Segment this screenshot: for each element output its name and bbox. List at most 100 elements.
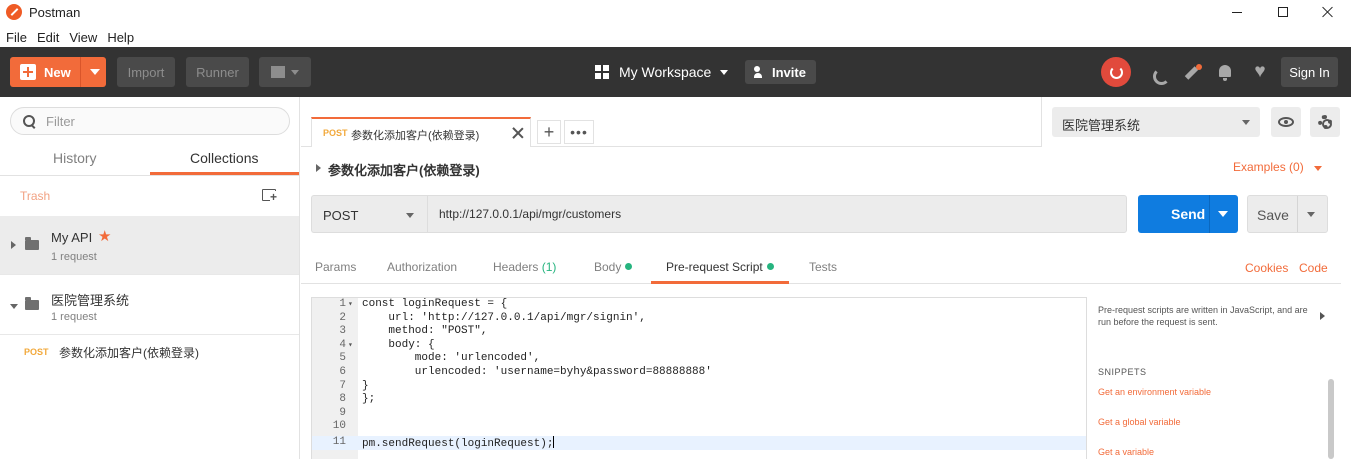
collection-request-count: 1 request bbox=[51, 251, 97, 263]
code-line: 5 mode: 'urlencoded', bbox=[312, 352, 1086, 366]
tab-headers[interactable]: Headers (1) bbox=[493, 260, 556, 284]
builder-menu-button[interactable] bbox=[259, 57, 311, 87]
snippets-scrollbar[interactable] bbox=[1328, 379, 1334, 459]
tab-history[interactable]: History bbox=[0, 143, 150, 175]
filter-box[interactable] bbox=[10, 107, 290, 135]
fold-icon[interactable]: ▾ bbox=[348, 298, 353, 312]
tab-pre-request-script[interactable]: Pre-request Script bbox=[651, 260, 789, 284]
examples-dropdown[interactable]: Examples (0) bbox=[1233, 160, 1304, 174]
new-button[interactable]: New bbox=[10, 57, 106, 87]
new-button-label: New bbox=[44, 64, 71, 80]
tab-method-badge: POST bbox=[323, 128, 348, 138]
snippet-get-global-variable[interactable]: Get a global variable bbox=[1098, 417, 1181, 427]
new-collection-icon[interactable] bbox=[262, 189, 278, 203]
settings-wrench-icon[interactable] bbox=[1185, 63, 1203, 81]
code-line: 6 urlencoded: 'username=byhy&password=88… bbox=[312, 366, 1086, 380]
tab-params[interactable]: Params bbox=[315, 260, 356, 284]
code-text: urlencoded: 'username=byhy&password=8888… bbox=[362, 366, 712, 378]
save-label: Save bbox=[1257, 207, 1289, 223]
new-button-divider bbox=[80, 57, 81, 87]
plus-icon bbox=[20, 64, 36, 80]
gear-icon bbox=[1318, 115, 1332, 129]
chevron-right-icon[interactable] bbox=[11, 241, 16, 249]
filter-input[interactable] bbox=[46, 113, 266, 129]
collection-item-hospital[interactable]: 医院管理系统 1 request bbox=[0, 276, 299, 335]
add-tab-button[interactable]: + bbox=[537, 120, 561, 144]
environment-area: 医院管理系统 bbox=[1041, 97, 1351, 147]
tab-tests[interactable]: Tests bbox=[809, 260, 837, 284]
folder-icon bbox=[25, 297, 39, 310]
line-number: 8 bbox=[339, 393, 346, 406]
pre-request-script-editor[interactable]: 1 ▾ const loginRequest = { 2 url: 'http://… bbox=[311, 297, 1087, 459]
fold-icon[interactable]: ▾ bbox=[348, 339, 353, 353]
chevron-down-icon[interactable] bbox=[90, 69, 100, 75]
request-subtabs: Params Authorization Headers (1) Body Pr… bbox=[301, 252, 1341, 284]
trash-link[interactable]: Trash bbox=[20, 189, 50, 203]
menu-edit[interactable]: Edit bbox=[37, 30, 59, 45]
send-label: Send bbox=[1171, 206, 1206, 222]
line-number: 1 bbox=[339, 298, 346, 310]
cookies-link[interactable]: Cookies bbox=[1245, 261, 1288, 275]
satellite-icon[interactable] bbox=[1150, 63, 1170, 85]
close-icon[interactable] bbox=[512, 127, 524, 139]
maximize-button[interactable] bbox=[1260, 0, 1306, 24]
chevron-down-icon bbox=[291, 69, 299, 75]
code-text-current: pm.sendRequest(loginRequest); bbox=[362, 438, 554, 450]
chevron-down-icon[interactable] bbox=[1314, 166, 1322, 171]
url-input[interactable] bbox=[427, 195, 1127, 233]
collection-item-my-api[interactable]: My API ★ 1 request bbox=[0, 216, 299, 275]
builder-icon bbox=[271, 66, 285, 78]
star-icon[interactable]: ★ bbox=[98, 227, 111, 245]
environment-quick-look-button[interactable] bbox=[1271, 107, 1301, 137]
snippet-get-environment-variable[interactable]: Get an environment variable bbox=[1098, 387, 1211, 397]
request-title[interactable]: 参数化添加客户(依赖登录) bbox=[328, 160, 480, 179]
notifications-bell-icon[interactable] bbox=[1216, 63, 1234, 81]
method-select[interactable]: POST bbox=[311, 195, 427, 233]
code-line: 8}; bbox=[312, 393, 1086, 407]
snippet-get-variable[interactable]: Get a variable bbox=[1098, 447, 1154, 457]
chevron-down-icon[interactable] bbox=[10, 304, 18, 309]
chevron-down-icon[interactable] bbox=[1218, 211, 1228, 217]
headers-count: (1) bbox=[541, 260, 557, 274]
import-button[interactable]: Import bbox=[117, 57, 175, 87]
heart-icon[interactable]: ♥ bbox=[1251, 62, 1269, 81]
send-button[interactable]: Send bbox=[1138, 195, 1238, 233]
environment-select[interactable]: 医院管理系统 bbox=[1052, 107, 1260, 137]
runner-button[interactable]: Runner bbox=[186, 57, 249, 87]
minimize-button[interactable] bbox=[1214, 0, 1260, 24]
code-line: 3 method: "POST", bbox=[312, 325, 1086, 339]
invite-button[interactable]: Invite bbox=[745, 60, 816, 84]
tab-body[interactable]: Body bbox=[594, 260, 633, 284]
postman-window: Postman File Edit View Help New Import R… bbox=[0, 0, 1351, 459]
close-window-button[interactable] bbox=[1305, 0, 1351, 24]
window-title: Postman bbox=[29, 4, 81, 20]
chevron-right-icon[interactable] bbox=[316, 164, 321, 172]
workspace-grid-icon bbox=[595, 65, 609, 79]
tab-collections[interactable]: Collections bbox=[149, 143, 299, 175]
snippets-title: SNIPPETS bbox=[1098, 367, 1147, 377]
close-icon bbox=[1322, 6, 1334, 18]
code-link[interactable]: Code bbox=[1299, 261, 1328, 275]
more-tabs-button[interactable]: ••• bbox=[564, 120, 594, 144]
sync-icon[interactable] bbox=[1101, 57, 1131, 87]
line-number: 9 bbox=[339, 406, 346, 419]
menu-file[interactable]: File bbox=[6, 30, 27, 45]
request-tab[interactable]: POST 参数化添加客户(依赖登录) bbox=[311, 117, 531, 147]
menu-help[interactable]: Help bbox=[107, 30, 134, 45]
tab-body-label: Body bbox=[594, 260, 622, 274]
tab-authorization[interactable]: Authorization bbox=[387, 260, 457, 284]
method-value: POST bbox=[323, 208, 359, 223]
manage-environments-button[interactable] bbox=[1310, 107, 1340, 137]
code-text: method: "POST", bbox=[362, 325, 488, 338]
save-button[interactable]: Save bbox=[1247, 195, 1328, 233]
invite-label: Invite bbox=[772, 64, 806, 80]
postman-logo-icon bbox=[6, 4, 22, 20]
header-toolbar: New Import Runner My Workspace Invite ♥ … bbox=[0, 47, 1351, 97]
menu-view[interactable]: View bbox=[69, 30, 97, 45]
chevron-right-icon[interactable] bbox=[1320, 312, 1325, 320]
chevron-down-icon[interactable] bbox=[1307, 212, 1315, 217]
workspace-switcher[interactable]: My Workspace bbox=[595, 57, 729, 87]
sign-in-button[interactable]: Sign In bbox=[1281, 57, 1338, 87]
request-item[interactable]: POST 参数化添加客户(依赖登录) bbox=[0, 337, 299, 367]
line-number: 3 bbox=[339, 325, 346, 338]
